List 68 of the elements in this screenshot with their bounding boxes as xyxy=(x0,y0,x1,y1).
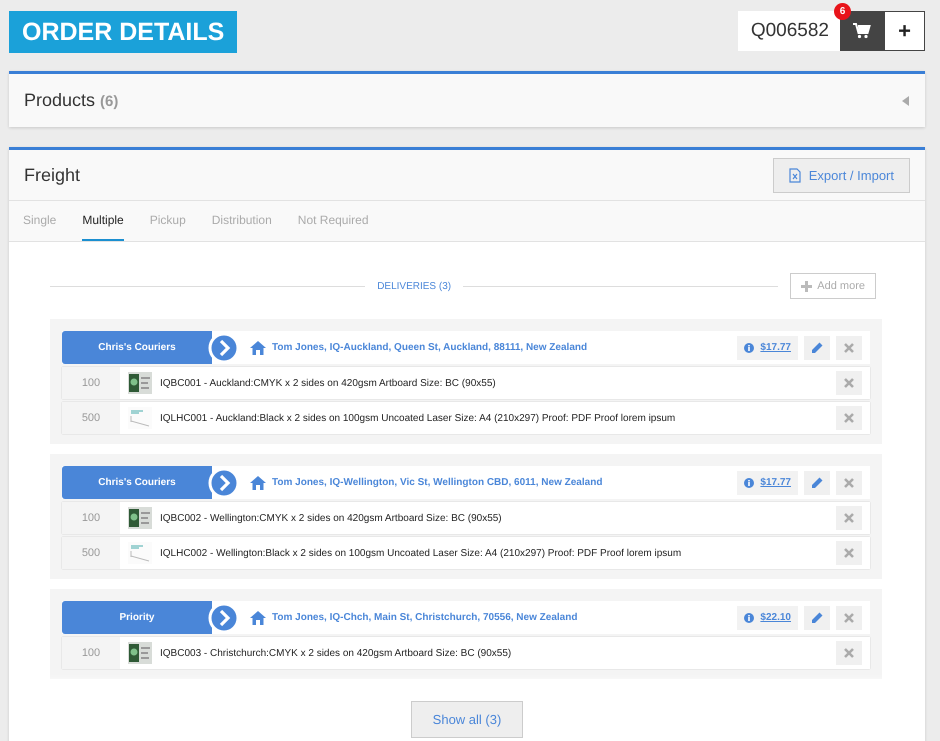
show-all-button[interactable]: Show all (3) xyxy=(410,701,524,738)
plus-icon xyxy=(801,280,812,292)
add-more-button[interactable]: Add more xyxy=(790,273,876,299)
info-icon xyxy=(744,342,754,352)
price-button[interactable]: $22.10 xyxy=(737,606,798,630)
remove-button[interactable] xyxy=(836,406,862,430)
cart-icon xyxy=(853,23,871,39)
remove-button[interactable] xyxy=(836,336,862,360)
close-icon xyxy=(844,342,854,352)
home-icon xyxy=(250,610,266,624)
product-description: IQBC003 - Christchurch:CMYK x 2 sides on 420gsm Artboard Size: BC (90x55) xyxy=(160,648,512,658)
quantity-cell: 100 xyxy=(62,637,120,669)
product-description: IQBC001 - Auckland:CMYK x 2 sides on 420gsm Artboard Size: BC (90x55) xyxy=(160,378,497,388)
close-icon xyxy=(844,413,854,423)
close-icon xyxy=(844,648,854,658)
cart-count-badge: 6 xyxy=(834,3,851,20)
deliveries-heading: DELIVERIES (3) xyxy=(377,280,452,292)
pencil-icon xyxy=(811,342,823,354)
edit-button[interactable] xyxy=(804,606,830,630)
add-button[interactable]: + xyxy=(884,11,925,51)
remove-button[interactable] xyxy=(836,371,862,395)
pencil-icon xyxy=(811,476,823,488)
home-icon xyxy=(250,476,266,490)
close-icon xyxy=(844,378,854,388)
remove-button[interactable] xyxy=(836,506,862,530)
close-icon xyxy=(844,513,854,523)
price-button[interactable]: $17.77 xyxy=(737,336,798,360)
tab[interactable]: Distribution xyxy=(212,201,272,241)
remove-button[interactable] xyxy=(836,541,862,565)
pencil-icon xyxy=(811,612,823,624)
price-button[interactable]: $17.77 xyxy=(737,470,798,494)
spreadsheet-file-icon xyxy=(788,168,801,182)
products-panel[interactable]: Products (6) xyxy=(9,71,925,127)
quantity-cell: 500 xyxy=(62,537,120,569)
quantity-cell: 100 xyxy=(62,367,120,399)
product-description: IQLHC002 - Wellington:Black x 2 sides on 100gsm Uncoated Laser Size: A4 (210x297) Proof: PDF Proof lorem ipsum xyxy=(160,548,682,558)
home-icon xyxy=(250,340,266,354)
business-card-thumbnail xyxy=(128,507,152,529)
edit-button[interactable] xyxy=(804,470,830,494)
business-card-thumbnail xyxy=(128,372,152,394)
carrier-label[interactable]: Priority xyxy=(62,601,212,634)
carrier-label[interactable]: Chris's Couriers xyxy=(62,466,212,499)
product-description: IQLHC001 - Auckland:Black x 2 sides on 100gsm Uncoated Laser Size: A4 (210x297) Proof: PDF Proof lorem ipsum xyxy=(160,412,676,424)
close-icon xyxy=(844,478,854,488)
delivery-address[interactable]: Tom Jones, IQ-Auckland, Queen St, Auckland, 88111, New Zealand xyxy=(272,342,732,353)
business-card-thumbnail xyxy=(128,642,152,664)
remove-button[interactable] xyxy=(836,641,862,665)
tab[interactable]: Not Required xyxy=(298,201,368,241)
page-title: ORDER DETAILS xyxy=(9,11,238,53)
remove-button[interactable] xyxy=(836,470,862,494)
panel-title: Products (6) xyxy=(24,90,118,111)
quantity-cell: 100 xyxy=(62,502,120,534)
panel-title: Freight xyxy=(24,164,80,186)
info-icon xyxy=(744,612,754,622)
delivery-address[interactable]: Tom Jones, IQ-Wellington, Vic St, Wellington CBD, 6011, New Zealand xyxy=(272,477,732,488)
quantity-cell: 500 xyxy=(62,402,120,434)
delivery-address[interactable]: Tom Jones, IQ-Chch, Main St, Christchurch, 70556, New Zealand xyxy=(272,612,732,623)
remove-button[interactable] xyxy=(836,606,862,630)
close-icon xyxy=(844,612,854,622)
edit-button[interactable] xyxy=(804,336,830,360)
product-description: IQBC002 - Wellington:CMYK x 2 sides on 420gsm Artboard Size: BC (90x55) xyxy=(160,512,503,524)
carrier-label[interactable]: Chris's Couriers xyxy=(62,331,212,364)
close-icon xyxy=(844,548,854,558)
export-import-button[interactable]: Export / Import xyxy=(772,158,910,192)
tab[interactable]: Single xyxy=(23,201,56,241)
tab[interactable]: Pickup xyxy=(150,201,186,241)
info-icon xyxy=(744,478,754,488)
quote-number: Q006582 xyxy=(738,11,840,51)
